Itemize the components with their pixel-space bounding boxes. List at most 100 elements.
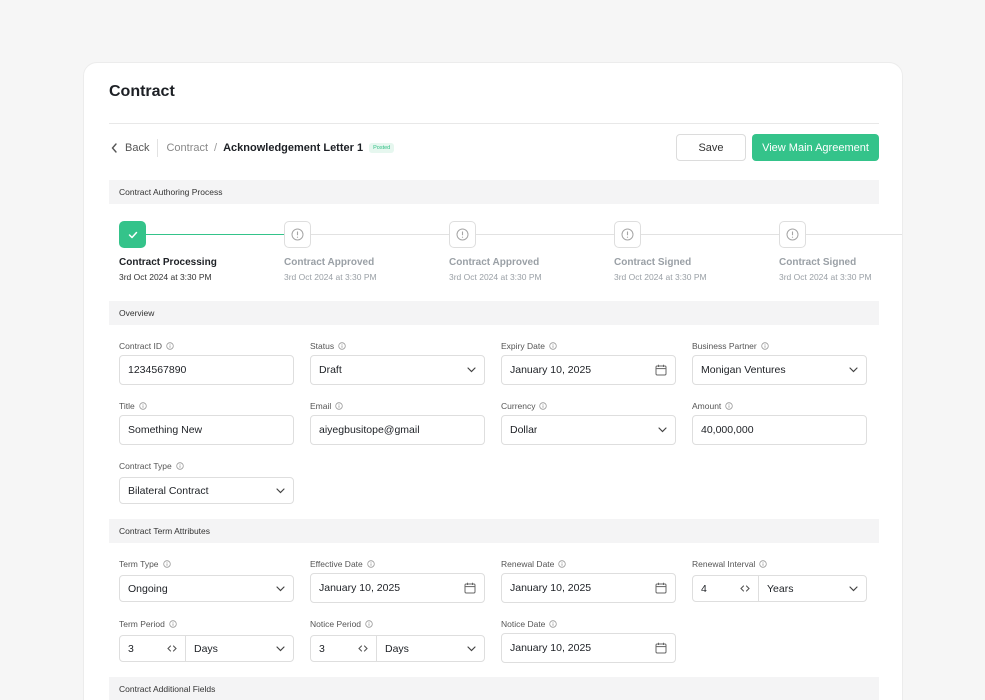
expiry-date-label: Expiry Date — [501, 341, 676, 351]
term-period-field: 3 Days — [119, 635, 294, 662]
contract-id-label: Contract ID — [119, 341, 294, 351]
back-button[interactable]: Back — [111, 142, 149, 154]
notice-date-value: January 10, 2025 — [510, 642, 592, 654]
notice-period-label-text: Notice Period — [310, 619, 362, 629]
title-value: Something New — [128, 424, 203, 436]
term-period-unit-select[interactable]: Days — [186, 636, 293, 661]
calendar-icon[interactable] — [464, 582, 476, 594]
contract-id-input[interactable]: 1234567890 — [119, 355, 294, 385]
title-input[interactable]: Something New — [119, 415, 294, 445]
term-type-label-text: Term Type — [119, 559, 159, 569]
section-contract-term-attributes: Contract Term Attributes — [109, 519, 879, 543]
section-overview: Overview — [109, 301, 879, 325]
term-period-stepper[interactable]: 3 — [120, 636, 186, 661]
amount-input[interactable]: 40,000,000 — [692, 415, 867, 445]
term-type-value: Ongoing — [128, 582, 168, 595]
step-4-label: Contract Signed — [614, 257, 692, 268]
renewal-interval-number: 4 — [701, 582, 707, 595]
step-3-marker — [449, 221, 476, 248]
stepper-arrows-icon[interactable] — [358, 645, 368, 652]
currency-label: Currency — [501, 401, 676, 411]
status-label-text: Status — [310, 341, 335, 351]
status-value: Draft — [319, 364, 342, 376]
breadcrumb: Back Contract / Acknowledgement Letter 1… — [111, 139, 395, 157]
notice-period-stepper[interactable]: 3 — [311, 636, 377, 661]
notice-date-group: Notice Date January 10, 2025 — [501, 619, 676, 663]
notice-period-group: Notice Period 3 Days — [310, 619, 485, 662]
effective-date-picker[interactable]: January 10, 2025 — [310, 573, 485, 603]
info-icon — [549, 620, 558, 628]
currency-select[interactable]: Dollar — [501, 415, 676, 445]
renewal-interval-unit-select[interactable]: Years — [759, 576, 866, 601]
effective-date-group: Effective Date January 10, 2025 — [310, 559, 485, 603]
expiry-date-picker[interactable]: January 10, 2025 — [501, 355, 676, 385]
header-divider — [109, 123, 879, 124]
contract-type-group: Contract Type Bilateral Contract — [119, 461, 294, 504]
effective-date-label: Effective Date — [310, 559, 485, 569]
page-title: Contract — [109, 83, 175, 100]
notice-period-number: 3 — [319, 642, 325, 655]
email-group: Email aiyegbusitope@gmail — [310, 401, 485, 445]
info-icon — [335, 402, 343, 410]
step-2-marker — [284, 221, 311, 248]
step-1-date: 3rd Oct 2024 at 3:30 PM — [119, 272, 212, 282]
info-icon — [169, 620, 177, 628]
info-icon — [759, 560, 768, 568]
breadcrumb-separator: / — [214, 142, 218, 154]
step-5-label: Contract Signed — [779, 257, 857, 268]
contract-id-value: 1234567890 — [128, 364, 187, 376]
info-icon — [166, 342, 174, 350]
notice-date-picker[interactable]: January 10, 2025 — [501, 633, 676, 663]
business-partner-select[interactable]: Monigan Ventures — [692, 355, 867, 385]
renewal-date-picker[interactable]: January 10, 2025 — [501, 573, 676, 603]
email-input[interactable]: aiyegbusitope@gmail — [310, 415, 485, 445]
step-contract-signed-2: Contract Signed 3rd Oct 2024 at 3:30 PM — [779, 221, 872, 282]
currency-group: Currency Dollar — [501, 401, 676, 445]
info-icon — [176, 462, 184, 470]
business-partner-group: Business Partner Monigan Ventures — [692, 341, 867, 385]
renewal-interval-field: 4 Years — [692, 575, 867, 602]
renewal-date-value: January 10, 2025 — [510, 582, 592, 594]
info-icon — [139, 402, 147, 410]
calendar-icon[interactable] — [655, 642, 667, 654]
step-1-marker — [119, 221, 146, 248]
breadcrumb-parent-link[interactable]: Contract — [166, 142, 208, 154]
step-5-date: 3rd Oct 2024 at 3:30 PM — [779, 272, 872, 282]
title-label-text: Title — [119, 401, 135, 411]
amount-group: Amount 40,000,000 — [692, 401, 867, 445]
effective-date-value: January 10, 2025 — [319, 582, 401, 594]
contract-type-label-text: Contract Type — [119, 461, 172, 471]
expiry-date-group: Expiry Date January 10, 2025 — [501, 341, 676, 385]
expiry-date-label-text: Expiry Date — [501, 341, 545, 351]
stepper-arrows-icon[interactable] — [740, 585, 750, 592]
term-type-group: Term Type Ongoing — [119, 559, 294, 602]
stepper-arrows-icon[interactable] — [167, 645, 177, 652]
info-icon — [786, 228, 799, 241]
notice-period-field: 3 Days — [310, 635, 485, 662]
email-value: aiyegbusitope@gmail — [319, 424, 420, 436]
status-badge: Posted — [369, 143, 395, 153]
info-icon — [456, 228, 469, 241]
check-icon — [128, 231, 138, 239]
info-icon — [725, 402, 733, 410]
info-icon — [558, 560, 567, 568]
step-4-date: 3rd Oct 2024 at 3:30 PM — [614, 272, 707, 282]
step-1-label: Contract Processing — [119, 257, 217, 268]
term-type-select[interactable]: Ongoing — [119, 575, 294, 602]
breadcrumb-current: Acknowledgement Letter 1 — [223, 142, 364, 154]
calendar-icon[interactable] — [655, 364, 667, 376]
email-label-text: Email — [310, 401, 332, 411]
term-period-group: Term Period 3 Days — [119, 619, 294, 662]
chevron-down-icon — [276, 585, 285, 592]
calendar-icon[interactable] — [655, 582, 667, 594]
status-select[interactable]: Draft — [310, 355, 485, 385]
info-icon — [539, 402, 548, 410]
renewal-interval-stepper[interactable]: 4 — [693, 576, 759, 601]
term-period-label: Term Period — [119, 619, 294, 629]
contract-type-select[interactable]: Bilateral Contract — [119, 477, 294, 504]
chevron-down-icon — [276, 487, 285, 494]
notice-period-unit-select[interactable]: Days — [377, 636, 484, 661]
view-main-agreement-button[interactable]: View Main Agreement — [752, 134, 879, 161]
amount-value: 40,000,000 — [701, 424, 754, 436]
save-button[interactable]: Save — [676, 134, 746, 161]
